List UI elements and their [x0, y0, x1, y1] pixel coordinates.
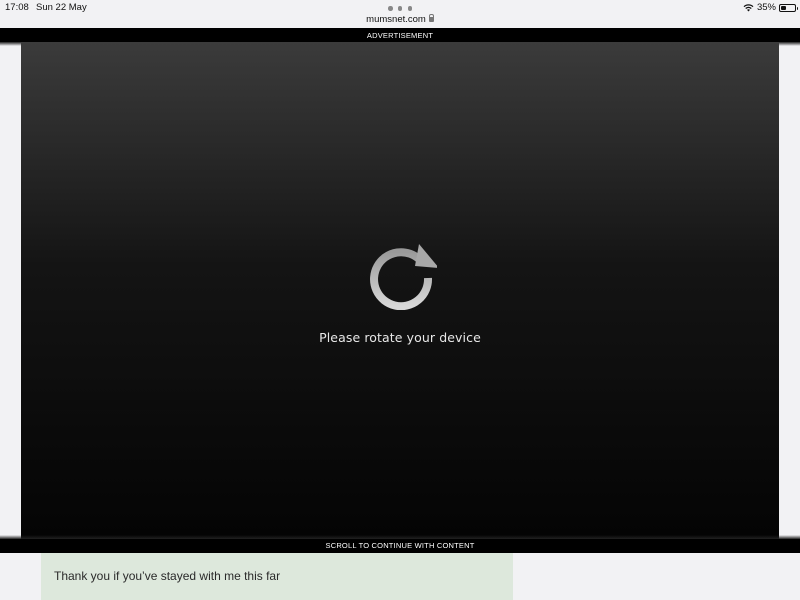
more-options-icon[interactable] — [388, 6, 412, 12]
lock-icon — [428, 14, 434, 22]
battery-fill — [781, 5, 786, 10]
status-date: Sun 22 May — [36, 2, 87, 13]
status-time: 17:08 — [5, 2, 29, 13]
ad-panel[interactable]: Please rotate your device — [21, 42, 779, 539]
ad-label-bar: ADVERTISEMENT — [0, 28, 800, 42]
wifi-icon — [743, 4, 754, 12]
post-text: Thank you if you’ve stayed with me this … — [54, 569, 281, 583]
url-text: mumsnet.com — [366, 14, 426, 25]
battery-percent: 35% — [756, 2, 776, 13]
rotate-icon — [370, 244, 437, 310]
url-bar[interactable]: mumsnet.com — [0, 14, 800, 28]
status-indicators: 35% — [743, 2, 798, 13]
scroll-hint: SCROLL TO CONTINUE WITH CONTENT — [325, 541, 475, 550]
battery-icon — [779, 3, 798, 12]
rotate-message: Please rotate your device — [319, 330, 481, 345]
ad-label: ADVERTISEMENT — [366, 31, 434, 40]
scroll-hint-bar[interactable]: SCROLL TO CONTINUE WITH CONTENT — [0, 539, 800, 553]
